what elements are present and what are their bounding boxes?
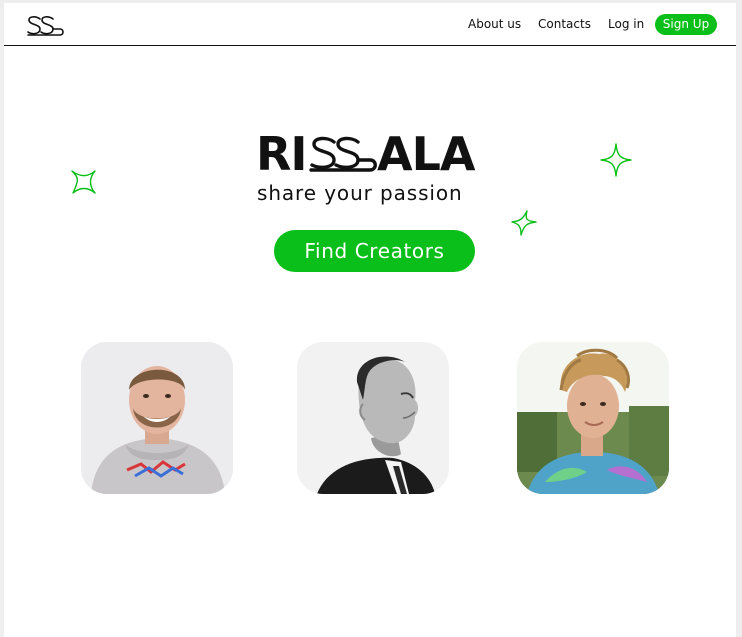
page: About us Contacts Log in Sign Up RI ALA … xyxy=(4,3,736,637)
nav-login-link[interactable]: Log in xyxy=(608,17,644,31)
creator-card[interactable] xyxy=(81,342,233,494)
creator-portrait xyxy=(81,342,233,494)
brand-wordmark: RI ALA xyxy=(256,131,486,177)
sparkle-icon xyxy=(511,210,537,236)
logo-icon[interactable] xyxy=(26,13,66,39)
sparkle-icon xyxy=(71,170,96,194)
sparkle-icon xyxy=(600,143,632,177)
nav-about-link[interactable]: About us xyxy=(468,17,521,31)
creator-card[interactable] xyxy=(297,342,449,494)
creator-portrait xyxy=(517,342,669,494)
brand-text-right: ALA xyxy=(377,127,476,181)
sign-up-button[interactable]: Sign Up xyxy=(655,14,717,35)
brand-text-left: RI xyxy=(256,127,308,181)
brand-ss-mark-icon xyxy=(309,136,377,172)
find-creators-button[interactable]: Find Creators xyxy=(274,230,475,272)
creator-card[interactable] xyxy=(517,342,669,494)
creator-portrait xyxy=(297,342,449,494)
tagline: share your passion xyxy=(257,181,463,205)
nav-contacts-link[interactable]: Contacts xyxy=(538,17,591,31)
top-navbar: About us Contacts Log in Sign Up xyxy=(4,3,736,46)
